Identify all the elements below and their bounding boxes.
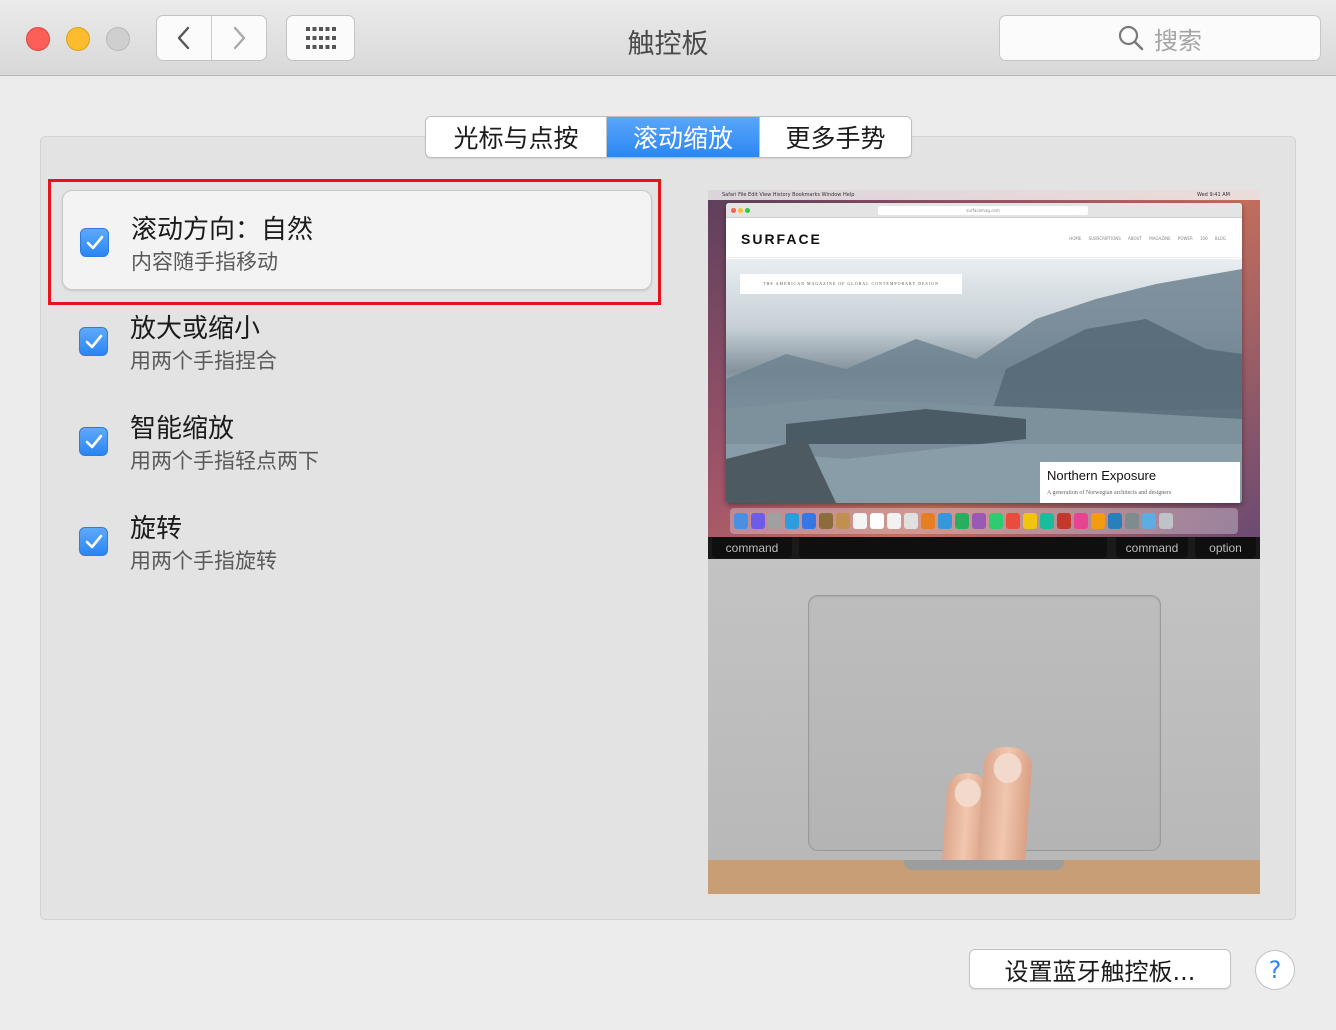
help-button[interactable]: ? xyxy=(1255,950,1295,990)
setup-bluetooth-trackpad-button[interactable]: 设置蓝牙触控板... xyxy=(969,949,1231,989)
preview-site-logo: SURFACE xyxy=(741,231,822,247)
title-bar: 触控板 搜索 xyxy=(0,0,1336,76)
preview-menubar-time: Wed 9:41 AM xyxy=(1196,192,1230,198)
tab-bar: 光标与点按 滚动缩放 更多手势 xyxy=(425,116,912,158)
search-placeholder: 搜索 xyxy=(1154,26,1202,55)
preview-desktop: Safari File Edit View History Bookmarks … xyxy=(708,190,1260,537)
preview-site-header: SURFACE HOME SUBSCRIPTIONS ABOUT MAGAZIN… xyxy=(726,218,1242,258)
preview-browser-window: surfacemag.com SURFACE HOME SUBSCRIPTION… xyxy=(726,203,1242,503)
preview-caption-card: Northern Exposure A generation of Norweg… xyxy=(1040,462,1240,503)
preview-site-nav: HOME SUBSCRIPTIONS ABOUT MAGAZINE POWER … xyxy=(1069,236,1226,241)
preview-keyboard-row: command command option xyxy=(708,537,1260,559)
preview-key-command-right: command xyxy=(1116,537,1188,558)
preview-caption-subtitle: A generation of Norwegian architects and… xyxy=(1047,490,1172,496)
preview-menubar: Safari File Edit View History Bookmarks … xyxy=(708,190,1260,200)
tab-scroll-and-zoom[interactable]: 滚动缩放 xyxy=(606,117,759,157)
preview-url: surfacemag.com xyxy=(878,206,1088,215)
option-subtitle: 用两个手指旋转 xyxy=(130,549,277,573)
preview-key-option: option xyxy=(1195,537,1256,558)
search-icon xyxy=(1118,25,1144,51)
preview-menubar-items: Safari File Edit View History Bookmarks … xyxy=(722,192,855,198)
preview-caption-title: Northern Exposure xyxy=(1047,468,1157,483)
preview-laptop-notch xyxy=(904,860,1064,870)
option-title: 旋转 xyxy=(130,514,183,544)
checkmark-icon xyxy=(85,334,102,348)
option-title: 放大或缩小 xyxy=(130,314,261,344)
checkbox-zoom-in-out[interactable] xyxy=(79,327,108,356)
preview-laptop-body xyxy=(708,559,1260,894)
checkbox-rotate[interactable] xyxy=(79,527,108,556)
option-zoom-in-out[interactable]: 放大或缩小 用两个手指捏合 xyxy=(62,290,652,390)
preview-key-command-left: command xyxy=(712,537,792,558)
tab-more-gestures[interactable]: 更多手势 xyxy=(759,117,911,157)
checkbox-smart-zoom[interactable] xyxy=(79,427,108,456)
preview-dock xyxy=(730,508,1238,534)
checkmark-icon xyxy=(85,534,102,548)
option-subtitle: 用两个手指轻点两下 xyxy=(130,449,319,473)
option-title: 智能缩放 xyxy=(130,414,235,444)
preview-hero-image: THE AMERICAN MAGAZINE OF GLOBAL CONTEMPO… xyxy=(726,259,1242,503)
gesture-preview: Safari File Edit View History Bookmarks … xyxy=(708,190,1260,894)
option-smart-zoom[interactable]: 智能缩放 用两个手指轻点两下 xyxy=(62,390,652,490)
preview-hero-tagline: THE AMERICAN MAGAZINE OF GLOBAL CONTEMPO… xyxy=(740,274,962,294)
search-field[interactable]: 搜索 xyxy=(999,15,1321,61)
annotation-highlight-box xyxy=(48,179,661,305)
tab-point-and-click[interactable]: 光标与点按 xyxy=(426,117,606,157)
option-rotate[interactable]: 旋转 用两个手指旋转 xyxy=(62,490,652,590)
option-subtitle: 用两个手指捏合 xyxy=(130,349,277,373)
preview-browser-toolbar: surfacemag.com xyxy=(726,203,1242,218)
preview-key-space xyxy=(799,537,1107,558)
checkmark-icon xyxy=(85,434,102,448)
